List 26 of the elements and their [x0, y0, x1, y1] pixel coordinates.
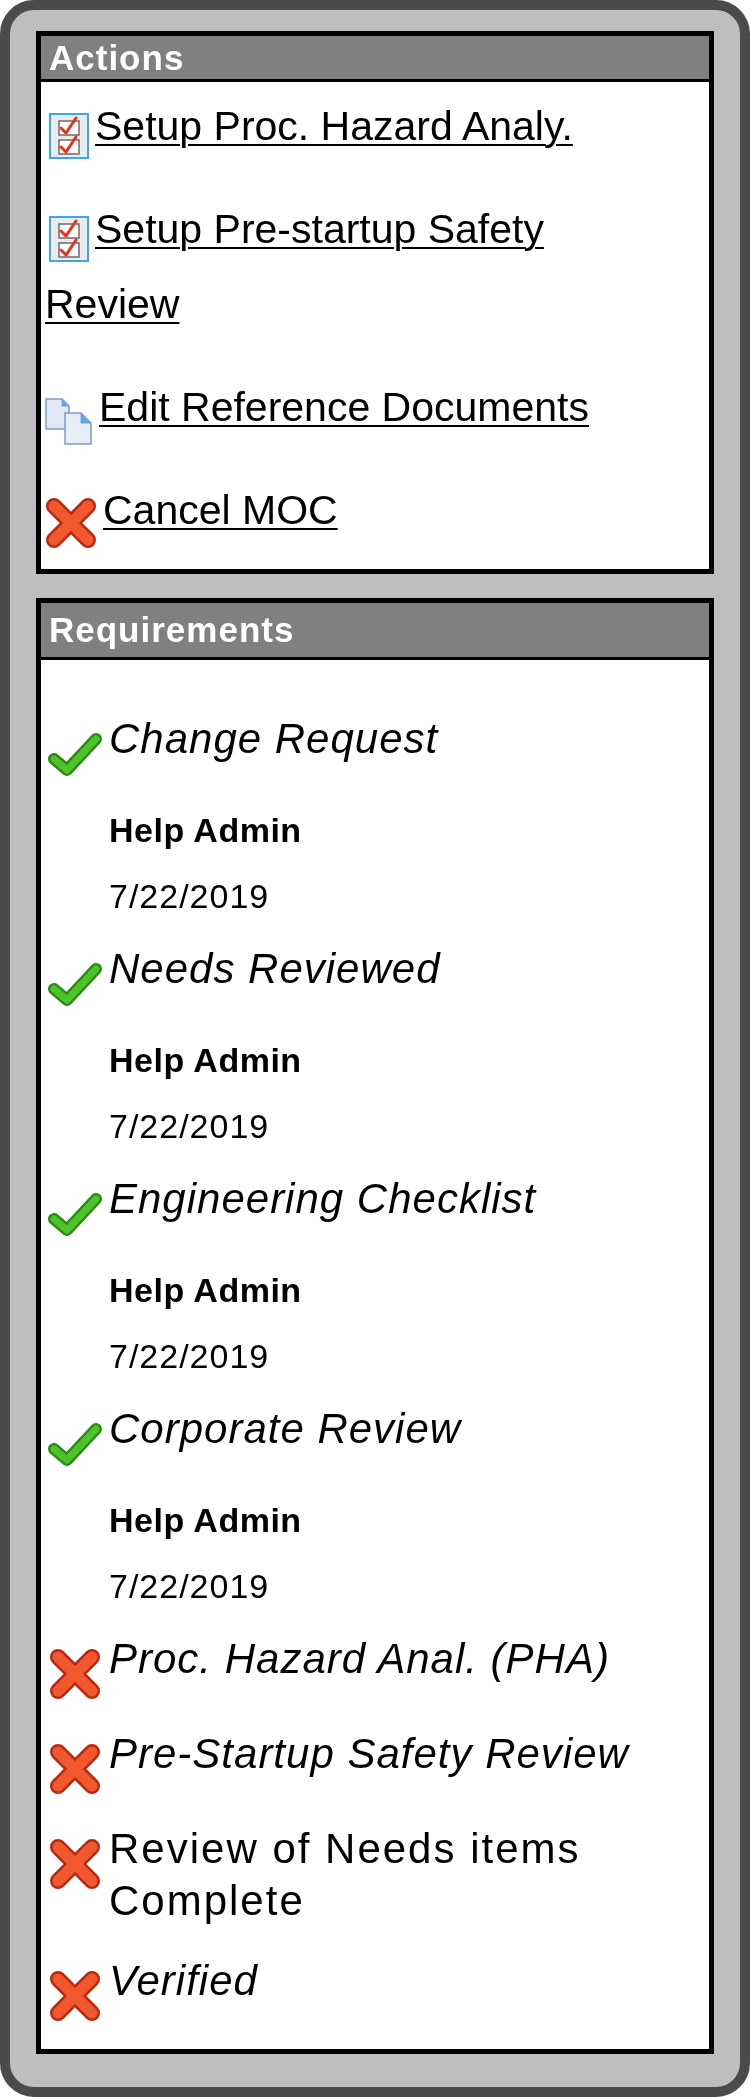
completed-by-name: Help Admin	[109, 810, 303, 851]
completion-date: 7/22/2019	[109, 1566, 271, 1607]
requirement-title: Pre-Startup Safety Review	[109, 1729, 631, 1779]
completed-by-name: Help Admin	[109, 1040, 303, 1081]
completion-date: 7/22/2019	[109, 1106, 271, 1147]
requirement-title: Needs Reviewed	[109, 944, 442, 994]
action-link[interactable]: Edit Reference Documents	[45, 370, 589, 445]
action-link[interactable]: Cancel MOC	[45, 473, 338, 549]
requirement-title: Verified	[109, 1956, 259, 2006]
completion-date: 7/22/2019	[109, 876, 271, 917]
completed-by-name: Help Admin	[109, 1270, 303, 1311]
requirement-title: Engineering Checklist	[109, 1174, 538, 1224]
requirement-title: Proc. Hazard Anal. (PHA)	[109, 1634, 611, 1684]
completion-date: 7/22/2019	[109, 1336, 271, 1377]
completed-by-name: Help Admin	[109, 1500, 303, 1541]
checklist-icon[interactable]	[49, 216, 89, 262]
requirement-title: Change Request	[109, 714, 440, 764]
action-link[interactable]: Setup Proc. Hazard Analy.	[45, 89, 573, 164]
cross-icon[interactable]	[45, 497, 97, 549]
panel-title: Requirements	[41, 603, 709, 660]
documents-icon[interactable]	[45, 398, 93, 445]
requirement-title: Review of Needs items Complete	[109, 1824, 582, 1926]
action-link[interactable]: Setup Pre-startup Safety Review	[45, 192, 685, 342]
requirement-title: Corporate Review	[109, 1404, 463, 1454]
checklist-icon[interactable]	[49, 113, 89, 159]
panel-title: Actions	[41, 36, 709, 82]
